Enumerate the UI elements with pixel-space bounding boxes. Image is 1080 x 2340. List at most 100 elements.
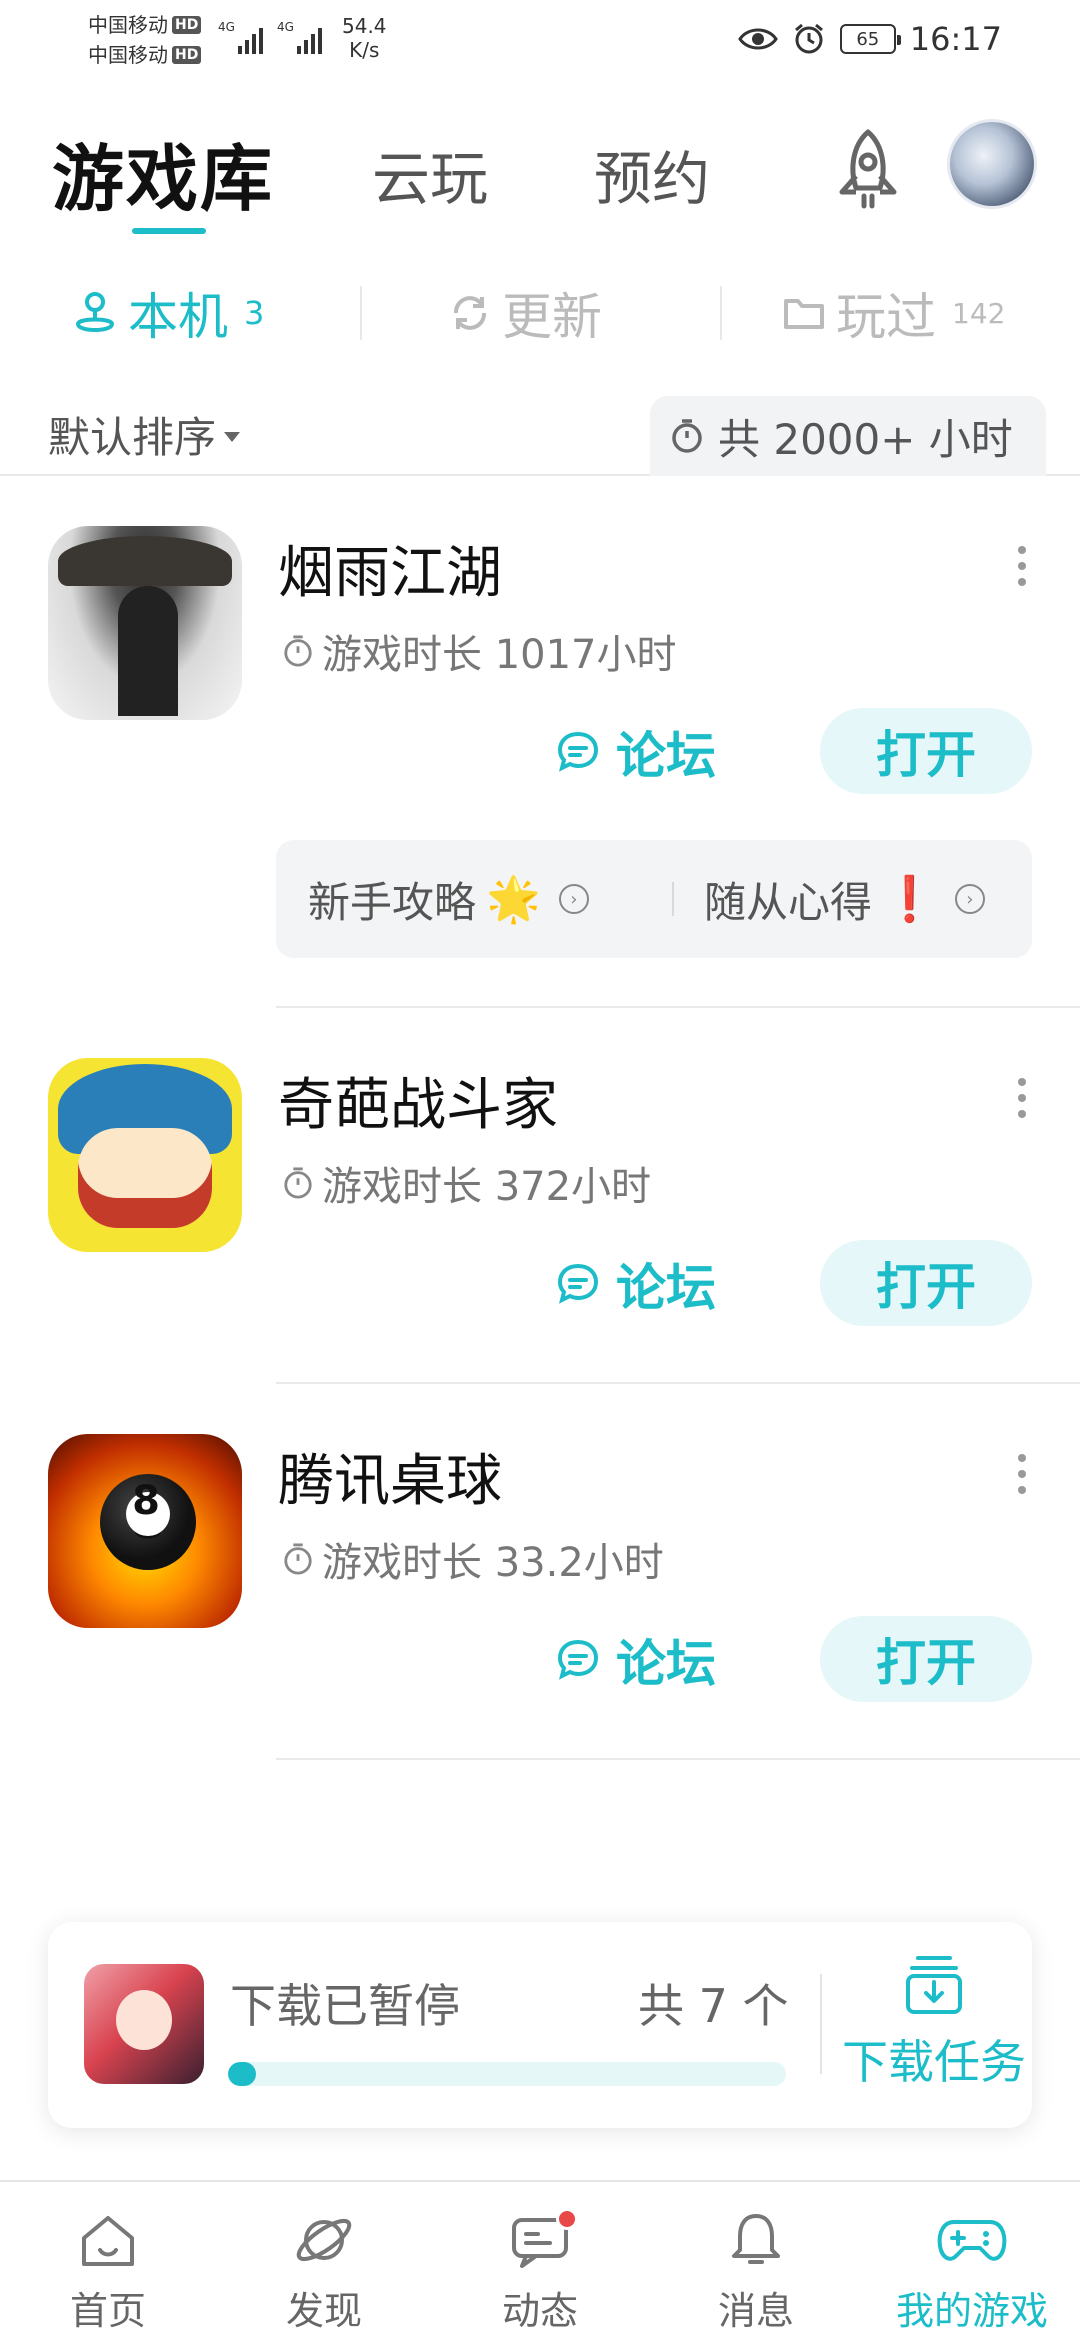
nav-label: 首页 [69,2289,146,2333]
tab-game-library[interactable]: 游戏库 [52,120,274,225]
network-type: 4G [218,20,235,34]
home-icon [82,2216,134,2266]
more-options-icon[interactable] [1016,546,1028,586]
divider [276,1006,1080,1008]
playtime-text: 游戏时长 1017小时 [322,632,677,678]
open-game-button[interactable]: 打开 [820,708,1032,794]
total-playtime: 共 2000+ 小时 [650,396,1046,476]
star-icon: 🌟 [486,874,541,925]
battery-icon: 65 [839,24,901,54]
notification-badge [556,2208,578,2230]
divider [672,882,674,916]
gamepad-icon [937,2220,1007,2261]
playtime-text: 游戏时长 33.2小时 [322,1540,664,1586]
subtab-local[interactable]: 本机 3 [72,268,264,358]
timer-icon [284,1167,312,1199]
divider [276,1758,1080,1760]
rocket-icon[interactable] [828,126,908,216]
forum-label: 论坛 [616,1259,716,1317]
guide-label: 随从心得 [704,877,873,927]
carrier-1: 中国移动 [88,13,168,37]
subtab-label: 本机 [128,288,228,346]
forum-button[interactable]: 论坛 [556,716,716,788]
divider [276,1382,1080,1384]
forum-label: 论坛 [616,1635,716,1693]
more-options-icon[interactable] [1016,1078,1028,1118]
subtab-played[interactable]: 玩过 142 [782,268,1005,358]
game-icon[interactable] [48,526,242,720]
game-title[interactable]: 烟雨江湖 [278,528,502,609]
forum-icon [557,731,599,772]
game-playtime: 游戏时长 1017小时 [282,622,677,680]
open-game-button[interactable]: 打开 [820,1616,1032,1702]
planet-icon [296,2218,352,2262]
subtabs: 本机 3 更新 玩过 142 [0,268,1080,358]
nav-label: 消息 [717,2289,794,2333]
carrier-2: 中国移动 [88,43,168,67]
carrier-info: 中国移动 HD 中国移动 HD [88,10,202,70]
subtab-update[interactable]: 更新 [448,268,602,358]
forum-button[interactable]: 论坛 [556,1624,716,1696]
timer-icon [284,635,312,667]
playtime-text: 游戏时长 372小时 [322,1164,652,1210]
nav-item-my-games[interactable]: 我的游戏 [882,2210,1062,2335]
exclamation-icon: ❗ [882,874,937,925]
download-progress-fill [228,2062,256,2086]
nav-item-messages[interactable]: 消息 [666,2210,846,2335]
signal-icon: 4G [277,20,322,54]
tab-reservation[interactable]: 预约 [594,132,710,216]
nav-label: 动态 [501,2289,578,2333]
guide-link-companion[interactable]: 随从心得 ❗ › [704,840,985,958]
forum-icon [557,1263,599,1304]
network-speed: 54.4 K/s [342,14,387,62]
status-right: 65 16:17 [737,20,1002,58]
total-playtime-text: 共 2000+ 小时 [718,414,1013,464]
clock: 16:17 [909,20,1002,58]
game-playtime: 游戏时长 33.2小时 [282,1530,664,1588]
header: 游戏库 云玩 预约 [0,110,1080,240]
download-game-thumbnail [84,1964,204,2084]
alarm-icon [794,23,823,54]
tab-cloud-play[interactable]: 云玩 [372,132,488,216]
game-title[interactable]: 奇葩战斗家 [278,1060,558,1141]
nav-item-discover[interactable]: 发现 [234,2210,414,2335]
guide-label: 新手攻略 [308,877,477,927]
divider [720,286,722,340]
game-playtime: 游戏时长 372小时 [282,1154,651,1212]
divider [360,286,362,340]
download-progress-bar [228,2062,786,2086]
refresh-icon [454,296,486,330]
nav-item-home[interactable]: 首页 [18,2210,198,2335]
forum-button[interactable]: 论坛 [556,1248,716,1320]
guide-link-beginner[interactable]: 新手攻略 🌟 › [308,840,589,958]
download-tasks-button[interactable]: 下载任务 [836,1952,1032,2092]
nav-label: 发现 [285,2289,362,2333]
download-card[interactable]: 下载已暂停 共 7 个 下载任务 [48,1922,1032,2128]
bell-icon [732,2214,780,2264]
nav-item-feed[interactable]: 动态 [450,2208,630,2335]
forum-icon [557,1639,599,1680]
speed-value: 54.4 [342,14,387,38]
divider [820,1974,822,2074]
subtab-count: 142 [952,296,1006,330]
eye-icon [737,28,778,50]
game-title[interactable]: 腾讯桌球 [278,1436,502,1517]
folder-icon [784,299,824,329]
signal-icon: 4G [218,20,263,54]
user-avatar[interactable] [950,122,1034,206]
network-type: 4G [276,20,294,34]
download-status: 下载已暂停 [230,1979,460,2033]
game-icon[interactable] [48,1058,242,1252]
subtab-count: 3 [244,294,265,332]
active-tab-indicator [132,228,206,234]
hd-badge: HD [172,46,202,64]
sort-dropdown[interactable]: 默认排序 [48,404,241,465]
timer-icon [284,1543,312,1575]
chevron-right-icon: › [558,884,589,914]
game-icon[interactable]: 8 [48,1434,242,1628]
status-bar: 中国移动 HD 中国移动 HD 4G 4G 54.4 K/s 65 16:17 [0,0,1080,80]
guide-links: 新手攻略 🌟 › 随从心得 ❗ › [276,840,1032,958]
more-options-icon[interactable] [1016,1454,1028,1494]
open-game-button[interactable]: 打开 [820,1240,1032,1326]
chevron-right-icon: › [954,884,985,914]
